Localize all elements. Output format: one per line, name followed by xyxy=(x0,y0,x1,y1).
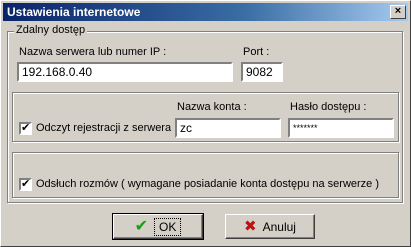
account-name-input[interactable]: zc xyxy=(175,118,281,138)
settings-dialog: Ustawienia internetowe × Zdalny dostęp N… xyxy=(0,0,411,247)
registration-checkbox-label[interactable]: Odczyt rejestracji z serwera xyxy=(36,122,171,134)
cancel-button[interactable]: ✖ Anuluj xyxy=(225,214,315,239)
password-label: Hasło dostępu : xyxy=(290,101,367,113)
cancel-button-label: Anuluj xyxy=(262,219,296,234)
remote-access-group-label: Zdalny dostęp xyxy=(14,24,88,36)
account-name-label: Nazwa konta : xyxy=(177,101,247,113)
port-label: Port : xyxy=(243,46,270,58)
window-title: Ustawienia internetowe xyxy=(7,5,141,19)
checkmark-icon: ✔ xyxy=(134,217,149,235)
title-bar[interactable]: Ustawienia internetowe × xyxy=(3,3,408,21)
ok-button[interactable]: ✔ OK xyxy=(112,213,204,240)
close-button[interactable]: × xyxy=(390,5,406,19)
ok-button-label: OK xyxy=(154,217,182,236)
listening-checkbox-label[interactable]: Odsłuch rozmów ( wymagane posiadanie kon… xyxy=(36,178,379,190)
server-address-input[interactable]: 192.168.0.40 xyxy=(17,62,233,82)
port-input[interactable]: 9082 xyxy=(241,62,283,82)
cross-icon: ✖ xyxy=(244,218,257,235)
listening-checkbox[interactable]: ✔ xyxy=(19,178,32,191)
server-name-label: Nazwa serwera lub numer IP : xyxy=(19,46,167,58)
listening-panel xyxy=(12,152,399,198)
registration-checkbox[interactable]: ✔ xyxy=(19,122,32,135)
password-input[interactable]: ******* xyxy=(288,118,394,138)
